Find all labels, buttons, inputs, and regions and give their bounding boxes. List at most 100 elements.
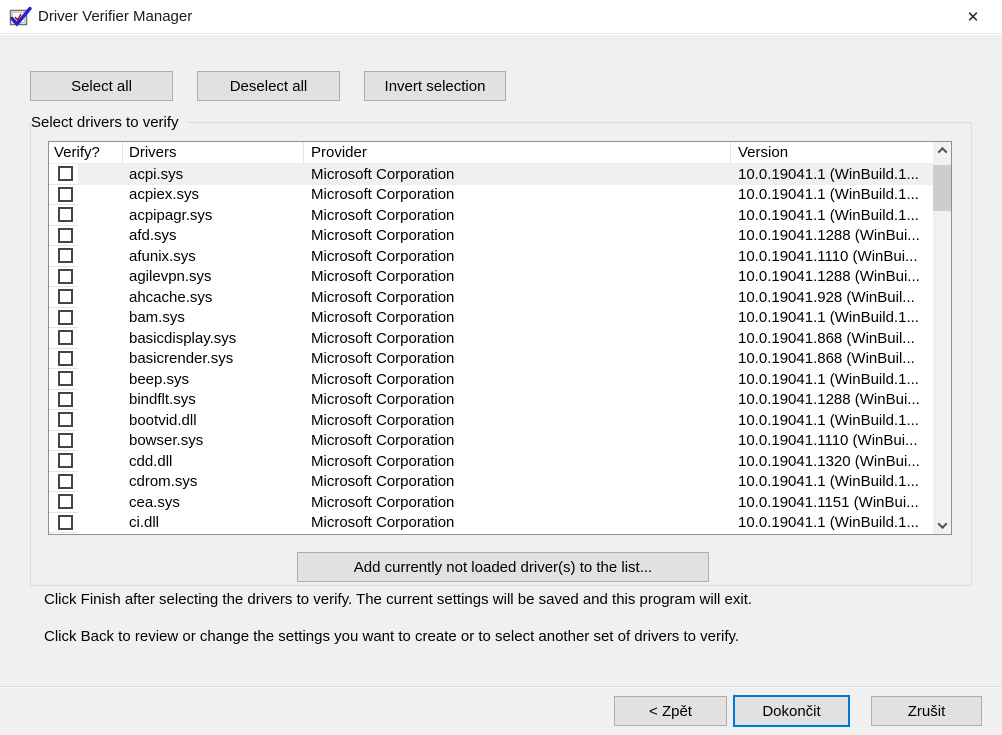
verify-checkbox[interactable] [58, 289, 73, 304]
verify-cell [49, 185, 78, 206]
row-main[interactable]: bam.sys Microsoft Corporation 10.0.19041… [78, 308, 933, 329]
driver-version: 10.0.19041.1 (WinBuild.1... [731, 166, 933, 183]
verify-checkbox[interactable] [58, 412, 73, 427]
column-header-verify[interactable]: Verify? [49, 142, 123, 163]
column-header-version[interactable]: Version [731, 142, 933, 163]
driver-version: 10.0.19041.1110 (WinBui... [731, 432, 933, 449]
verify-cell [49, 226, 78, 247]
row-main[interactable]: basicrender.sys Microsoft Corporation 10… [78, 349, 933, 370]
verify-checkbox[interactable] [58, 392, 73, 407]
verify-checkbox[interactable] [58, 166, 73, 181]
table-row[interactable]: cea.sys Microsoft Corporation 10.0.19041… [49, 492, 933, 513]
row-main[interactable]: acpipagr.sys Microsoft Corporation 10.0.… [78, 205, 933, 226]
verify-checkbox[interactable] [58, 248, 73, 263]
row-main[interactable]: afd.sys Microsoft Corporation 10.0.19041… [78, 226, 933, 247]
row-main[interactable]: ci.dll Microsoft Corporation 10.0.19041.… [78, 513, 933, 534]
table-row[interactable]: bowser.sys Microsoft Corporation 10.0.19… [49, 431, 933, 452]
row-main[interactable]: acpiex.sys Microsoft Corporation 10.0.19… [78, 185, 933, 206]
table-row[interactable]: agilevpn.sys Microsoft Corporation 10.0.… [49, 267, 933, 288]
driver-provider: Microsoft Corporation [304, 514, 731, 531]
scroll-down-button[interactable] [933, 517, 951, 534]
verify-checkbox[interactable] [58, 433, 73, 448]
scroll-up-button[interactable] [933, 142, 951, 159]
driver-list-content: Verify? Drivers Provider Version acpi.sy… [49, 142, 933, 534]
table-row[interactable]: ahcache.sys Microsoft Corporation 10.0.1… [49, 287, 933, 308]
chevron-down-icon [937, 519, 947, 529]
driver-version: 10.0.19041.1110 (WinBui... [731, 248, 933, 265]
table-row[interactable]: afunix.sys Microsoft Corporation 10.0.19… [49, 246, 933, 267]
row-main[interactable]: acpi.sys Microsoft Corporation 10.0.1904… [78, 164, 933, 185]
invert-selection-button[interactable]: Invert selection [364, 71, 506, 101]
back-instruction-text: Click Back to review or change the setti… [44, 628, 739, 645]
verify-checkbox[interactable] [58, 330, 73, 345]
table-row[interactable]: bam.sys Microsoft Corporation 10.0.19041… [49, 308, 933, 329]
row-main[interactable]: beep.sys Microsoft Corporation 10.0.1904… [78, 369, 933, 390]
row-main[interactable]: bowser.sys Microsoft Corporation 10.0.19… [78, 431, 933, 452]
scrollbar-thumb[interactable] [933, 165, 951, 211]
driver-verifier-window: Driver Verifier Manager ✕ Select all Des… [0, 0, 1002, 735]
verify-cell [49, 328, 78, 349]
cancel-button[interactable]: Zrušit [871, 696, 982, 726]
verify-checkbox[interactable] [58, 474, 73, 489]
driver-provider: Microsoft Corporation [304, 186, 731, 203]
driver-provider: Microsoft Corporation [304, 371, 731, 388]
table-row[interactable]: cdd.dll Microsoft Corporation 10.0.19041… [49, 451, 933, 472]
verify-checkbox[interactable] [58, 310, 73, 325]
verify-checkbox[interactable] [58, 207, 73, 222]
deselect-all-button[interactable]: Deselect all [197, 71, 340, 101]
table-row[interactable]: basicrender.sys Microsoft Corporation 10… [49, 349, 933, 370]
driver-name: bam.sys [129, 309, 304, 326]
driver-name: bootvid.dll [129, 412, 304, 429]
verify-checkbox[interactable] [58, 453, 73, 468]
row-main[interactable]: bindflt.sys Microsoft Corporation 10.0.1… [78, 390, 933, 411]
verify-checkbox[interactable] [58, 371, 73, 386]
verify-cell [49, 451, 78, 472]
column-header-provider[interactable]: Provider [304, 142, 731, 163]
verify-cell [49, 410, 78, 431]
verify-checkbox[interactable] [58, 187, 73, 202]
verify-checkbox[interactable] [58, 494, 73, 509]
table-row[interactable]: beep.sys Microsoft Corporation 10.0.1904… [49, 369, 933, 390]
table-row[interactable]: basicdisplay.sys Microsoft Corporation 1… [49, 328, 933, 349]
row-main[interactable]: ahcache.sys Microsoft Corporation 10.0.1… [78, 287, 933, 308]
column-header-drivers[interactable]: Drivers [123, 142, 304, 163]
driver-provider: Microsoft Corporation [304, 453, 731, 470]
driver-provider: Microsoft Corporation [304, 268, 731, 285]
driver-name: cdd.dll [129, 453, 304, 470]
vertical-scrollbar[interactable] [933, 142, 951, 534]
add-unloaded-drivers-button[interactable]: Add currently not loaded driver(s) to th… [297, 552, 709, 582]
driver-version: 10.0.19041.1 (WinBuild.1... [731, 207, 933, 224]
groupbox-label: Select drivers to verify [31, 113, 187, 132]
table-row[interactable]: bindflt.sys Microsoft Corporation 10.0.1… [49, 390, 933, 411]
verify-checkbox[interactable] [58, 228, 73, 243]
row-main[interactable]: cdd.dll Microsoft Corporation 10.0.19041… [78, 451, 933, 472]
driver-version: 10.0.19041.1 (WinBuild.1... [731, 371, 933, 388]
row-main[interactable]: afunix.sys Microsoft Corporation 10.0.19… [78, 246, 933, 267]
back-button[interactable]: < Zpět [614, 696, 727, 726]
table-row[interactable]: acpipagr.sys Microsoft Corporation 10.0.… [49, 205, 933, 226]
verify-checkbox[interactable] [58, 269, 73, 284]
driver-version: 10.0.19041.1 (WinBuild.1... [731, 412, 933, 429]
verify-checkbox[interactable] [58, 351, 73, 366]
row-main[interactable]: agilevpn.sys Microsoft Corporation 10.0.… [78, 267, 933, 288]
row-main[interactable]: bootvid.dll Microsoft Corporation 10.0.1… [78, 410, 933, 431]
table-row[interactable]: acpi.sys Microsoft Corporation 10.0.1904… [49, 164, 933, 185]
verify-checkbox[interactable] [58, 515, 73, 530]
row-main[interactable]: cea.sys Microsoft Corporation 10.0.19041… [78, 492, 933, 513]
close-icon[interactable]: ✕ [958, 4, 988, 30]
table-row[interactable]: afd.sys Microsoft Corporation 10.0.19041… [49, 226, 933, 247]
verify-cell [49, 267, 78, 288]
table-row[interactable]: acpiex.sys Microsoft Corporation 10.0.19… [49, 185, 933, 206]
driver-provider: Microsoft Corporation [304, 166, 731, 183]
table-row[interactable]: cdrom.sys Microsoft Corporation 10.0.190… [49, 472, 933, 493]
driver-name: agilevpn.sys [129, 268, 304, 285]
select-all-button[interactable]: Select all [30, 71, 173, 101]
row-main[interactable]: cdrom.sys Microsoft Corporation 10.0.190… [78, 472, 933, 493]
driver-list-view: Verify? Drivers Provider Version acpi.sy… [48, 141, 952, 535]
finish-button[interactable]: Dokončit [733, 695, 850, 727]
table-row[interactable]: ci.dll Microsoft Corporation 10.0.19041.… [49, 513, 933, 534]
driver-version: 10.0.19041.1 (WinBuild.1... [731, 309, 933, 326]
row-main[interactable]: basicdisplay.sys Microsoft Corporation 1… [78, 328, 933, 349]
driver-version: 10.0.19041.1151 (WinBui... [731, 494, 933, 511]
table-row[interactable]: bootvid.dll Microsoft Corporation 10.0.1… [49, 410, 933, 431]
